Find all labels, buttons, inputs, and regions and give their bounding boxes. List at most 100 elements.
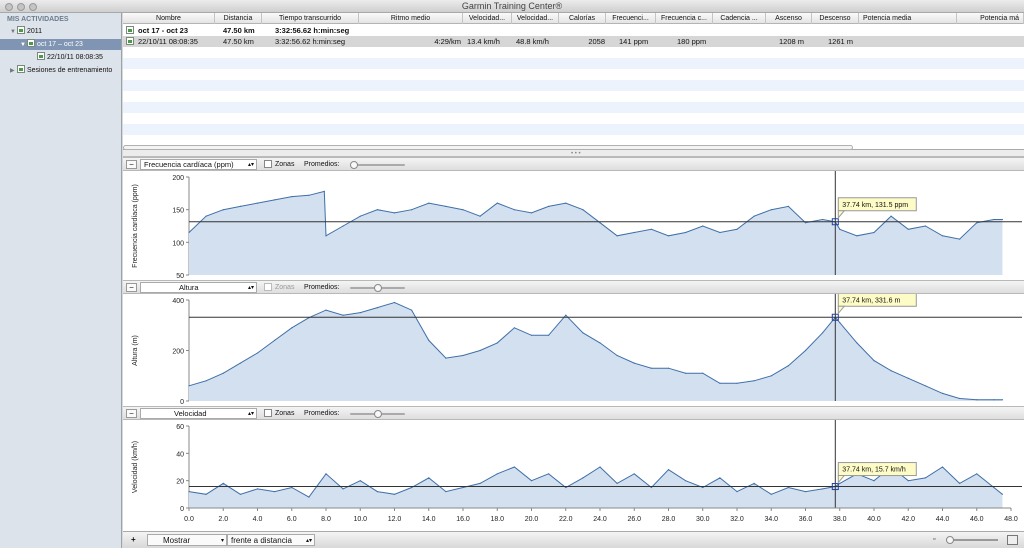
column-header[interactable]: Cadencia ... <box>713 13 766 24</box>
x-tick-label: 12.0 <box>388 516 402 523</box>
y-axis-label: Altura (m) <box>132 335 139 366</box>
data-point <box>1001 218 1004 221</box>
x-tick-label: 22.0 <box>559 516 573 523</box>
data-point <box>582 209 584 211</box>
sidebar-item-label: 22/10/11 08:08:35 <box>47 54 103 61</box>
data-point <box>479 349 481 352</box>
zoom-slider[interactable] <box>946 536 998 544</box>
zoom-out-icon[interactable]: ▫ <box>933 534 935 546</box>
averages-slider[interactable] <box>350 161 405 169</box>
averages-slider[interactable] <box>350 410 405 418</box>
data-point <box>907 377 909 379</box>
column-header[interactable]: Distancia <box>215 13 262 24</box>
column-header[interactable]: Velocidad... <box>463 13 512 24</box>
data-point <box>976 222 978 224</box>
x-tick-label: 36.0 <box>799 516 813 523</box>
data-point <box>787 365 790 367</box>
column-header[interactable]: Descenso <box>812 13 859 24</box>
collapse-graph-button[interactable]: − <box>126 409 137 418</box>
column-header[interactable]: Frecuenci... <box>606 13 656 24</box>
cell-max-hr: 180 ppm <box>677 37 707 46</box>
data-point <box>411 309 413 311</box>
y-tick-label: 150 <box>172 208 184 215</box>
sidebar-item-year[interactable]: ▼ 2011 <box>10 26 120 37</box>
show-select[interactable]: Mostrar ▾ <box>147 534 227 546</box>
split-view-divider[interactable]: • • • <box>123 150 1024 157</box>
disclosure-triangle-icon[interactable]: ▼ <box>10 27 17 38</box>
disclosure-triangle-icon[interactable]: ▶ <box>10 66 17 76</box>
data-point <box>239 493 241 495</box>
data-point <box>1001 493 1004 495</box>
y-axis-label: Velocidad (km/h) <box>132 441 139 493</box>
data-point <box>342 314 344 316</box>
table-header: Nombre Distancia Tiempo transcurrido Rit… <box>123 13 1024 24</box>
column-header[interactable]: Ritmo medio <box>359 13 463 24</box>
slider-knob[interactable] <box>374 410 382 418</box>
column-header[interactable]: Potencia media <box>859 13 957 24</box>
speed-chart[interactable]: Velocidad (km/h) 60 40 20 0 37.74 km, 15.7 km… <box>123 420 1024 531</box>
table-row[interactable]: oct 17 - oct 23 47.50 km 3:32:56.62 h:mi… <box>123 25 1024 36</box>
collapse-graph-button[interactable]: − <box>126 283 137 292</box>
table-row-selected[interactable]: 22/10/11 08:08:35 47.50 km 3:32:56.62 h:… <box>123 36 1024 47</box>
x-tick-label: 10.0 <box>353 516 367 523</box>
data-point <box>633 473 635 475</box>
data-point <box>753 482 755 484</box>
slider-knob[interactable] <box>374 284 382 292</box>
sidebar-item-label: oct 17 – oct 23 <box>37 41 83 48</box>
sidebar-item-label: 2011 <box>27 28 43 35</box>
data-point <box>393 212 396 214</box>
data-point <box>667 469 670 471</box>
data-point <box>393 301 396 304</box>
data-point <box>907 228 909 230</box>
data-point <box>376 209 378 211</box>
data-point <box>513 466 515 468</box>
slider-knob[interactable] <box>350 161 358 169</box>
data-point <box>274 339 276 341</box>
column-header[interactable]: Calorías <box>559 13 606 24</box>
data-point <box>856 235 858 237</box>
cell-name: oct 17 - oct 23 <box>138 26 189 35</box>
tooltip-text: 37.74 km, 131.5 ppm <box>842 202 908 209</box>
zones-checkbox[interactable] <box>264 409 272 417</box>
sidebar-item-workouts[interactable]: ▶ Sesiones de entrenamiento <box>10 65 122 76</box>
averages-slider[interactable] <box>350 284 405 292</box>
data-point <box>993 399 995 401</box>
column-header[interactable]: Ascenso <box>766 13 812 24</box>
column-header[interactable]: Frecuencia c... <box>656 13 713 24</box>
x-tick-label: 26.0 <box>627 516 641 523</box>
column-header[interactable]: Tiempo transcurrido <box>262 13 359 24</box>
x-tick-label: 32.0 <box>730 516 744 523</box>
cell-distance: 47.50 km <box>223 26 255 35</box>
data-point <box>393 493 396 495</box>
data-point <box>513 327 515 329</box>
graph-type-select[interactable]: Frecuencia cardíaca (ppm) ▴▾ <box>140 159 257 170</box>
add-graph-button[interactable]: + <box>131 534 136 546</box>
zones-checkbox[interactable] <box>264 160 272 168</box>
x-tick-label: 38.0 <box>833 516 847 523</box>
data-point <box>496 202 498 204</box>
y-tick-label: 20 <box>176 479 184 486</box>
sidebar-item-activity[interactable]: 22/10/11 08:08:35 <box>37 52 121 63</box>
sidebar-item-week[interactable]: ▼ oct 17 – oct 23 <box>0 39 121 50</box>
x-axis-mode-select[interactable]: frente a distancia ▴▾ <box>227 534 315 546</box>
zoom-slider-knob[interactable] <box>946 536 954 544</box>
data-point <box>924 385 927 387</box>
data-point <box>736 228 738 230</box>
altitude-chart[interactable]: Altura (m) 400 200 0 37.74 km, 331.6 m <box>123 294 1024 406</box>
column-header[interactable]: Nombre <box>123 13 215 24</box>
heart-rate-chart[interactable]: Frecuencia cardíaca (ppm) 200 150 100 50 37.7… <box>123 171 1024 280</box>
graph-type-select[interactable]: Altura ▴▾ <box>140 282 257 293</box>
column-header[interactable]: Potencia má <box>957 13 1024 24</box>
cell-descent: 1261 m <box>828 37 854 46</box>
column-header[interactable]: Velocidad... <box>512 13 559 24</box>
data-point <box>753 380 755 382</box>
data-point <box>839 482 841 484</box>
disclosure-triangle-icon[interactable]: ▼ <box>20 40 27 51</box>
updown-arrows-icon: ▴▾ <box>305 538 312 544</box>
zoom-in-icon[interactable] <box>1007 535 1018 545</box>
data-point <box>530 212 533 214</box>
x-tick-label: 8.0 <box>321 516 331 523</box>
data-point <box>667 235 670 237</box>
graph-type-select[interactable]: Velocidad ▴▾ <box>140 408 257 419</box>
collapse-graph-button[interactable]: − <box>126 160 137 169</box>
